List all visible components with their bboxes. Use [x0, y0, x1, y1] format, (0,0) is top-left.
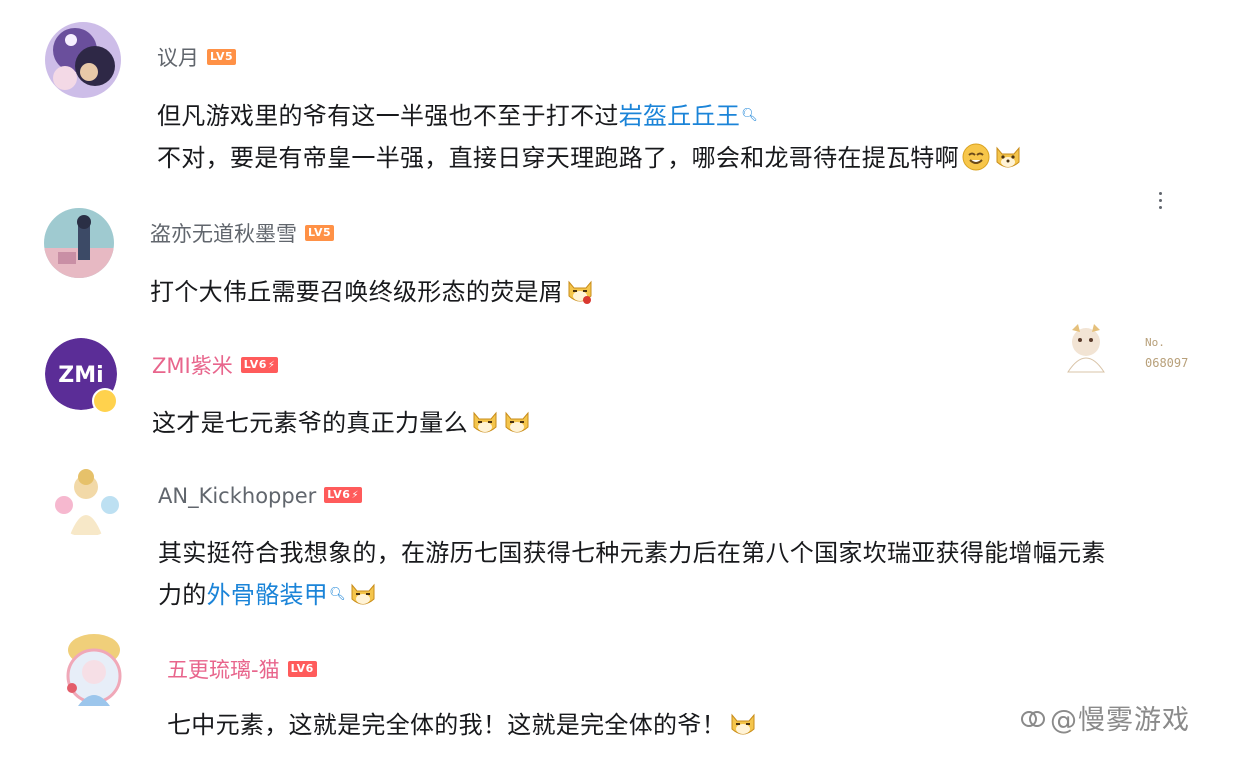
comment-text: 其实挺符合我想象的，在游历七国获得七种元素力后在第八个国家坎瑞亚获得能增幅元素: [158, 537, 1106, 569]
search-icon[interactable]: 🔍︎: [329, 587, 346, 602]
dog-emoji: [502, 407, 532, 437]
avatar-text: ZMi: [58, 363, 103, 388]
keyword-link[interactable]: 外骨骼装甲: [207, 581, 329, 609]
comment-text: 打个大伟丘需要召唤终级形态的荧是屑: [150, 276, 595, 308]
watermark-text: @慢雾游戏: [1050, 705, 1190, 736]
comment-text: 七中元素，这就是完全体的我！这就是完全体的爷！: [167, 709, 758, 741]
username-text[interactable]: 盗亦无道秋墨雪: [150, 222, 297, 246]
comment-text: 这才是七元素爷的真正力量么: [152, 407, 532, 439]
more-icon[interactable]: [1150, 186, 1170, 214]
username[interactable]: ZMI紫米 LV6⚡: [152, 352, 279, 380]
comment-text: 但凡游戏里的爷有这一半强也不至于打不过岩盔丘丘王🔍︎: [157, 100, 758, 132]
comment-line-text: 这才是七元素爷的真正力量么: [152, 409, 468, 437]
comment-text: 力的外骨骼装甲🔍︎: [158, 579, 378, 611]
smile-emoji: [961, 142, 991, 172]
comment-line-text: 打个大伟丘需要召唤终级形态的荧是屑: [150, 278, 564, 306]
comment-line-text: 不对，要是有帝皇一半强，直接日穿天理跑路了，哪会和龙哥待在提瓦特啊: [157, 144, 959, 172]
badge-no-label: No.: [1145, 336, 1165, 349]
username[interactable]: 盗亦无道秋墨雪 LV5: [150, 220, 335, 248]
comment-text: 不对，要是有帝皇一半强，直接日穿天理跑路了，哪会和龙哥待在提瓦特啊: [157, 142, 1023, 174]
level-badge: LV5: [207, 49, 237, 65]
avatar[interactable]: [45, 22, 121, 98]
fan-badge-card[interactable]: No. 068097: [1050, 322, 1210, 378]
username-text[interactable]: 议月: [157, 46, 199, 70]
level-text: LV6: [243, 358, 267, 371]
level-badge: LV6⚡: [240, 357, 279, 373]
comment-line-text: 其实挺符合我想象的，在游历七国获得七种元素力后在第八个国家坎瑞亚获得能增幅元素: [158, 539, 1106, 567]
dog-emoji: [565, 276, 595, 306]
avatar[interactable]: [52, 628, 136, 718]
search-icon[interactable]: 🔍︎: [741, 108, 758, 123]
comment-line-text: 七中元素，这就是完全体的我！这就是完全体的爷！: [167, 711, 726, 739]
username[interactable]: 五更琉璃-猫 LV6: [167, 656, 317, 684]
keyword-link[interactable]: 岩盔丘丘王: [619, 102, 741, 130]
comment-line-text: 但凡游戏里的爷有这一半强也不至于打不过: [157, 102, 619, 130]
username-text[interactable]: 五更琉璃-猫: [167, 658, 280, 682]
level-badge: LV6: [287, 661, 317, 677]
badge-number: 068097: [1145, 356, 1189, 370]
level-text: LV6: [327, 488, 351, 501]
watermark: @慢雾游戏: [1020, 698, 1190, 737]
badge-character-icon: [1056, 322, 1114, 374]
level-badge: LV5: [305, 225, 335, 241]
dog-emoji: [728, 709, 758, 739]
username[interactable]: AN_Kickhopper LV6⚡: [158, 482, 362, 510]
dog-emoji: [470, 407, 500, 437]
username-text[interactable]: ZMI紫米: [152, 354, 233, 378]
comment-line-text: 力的: [158, 581, 207, 609]
dog-emoji: [993, 142, 1023, 172]
dog-emoji: [348, 579, 378, 609]
avatar[interactable]: [50, 465, 122, 537]
username[interactable]: 议月 LV5: [157, 44, 237, 72]
watermark-logo-icon: [1020, 706, 1046, 732]
avatar[interactable]: [44, 208, 114, 278]
level-badge: LV6⚡: [324, 487, 362, 503]
username-text[interactable]: AN_Kickhopper: [158, 484, 316, 508]
verified-badge-icon: [92, 388, 118, 414]
